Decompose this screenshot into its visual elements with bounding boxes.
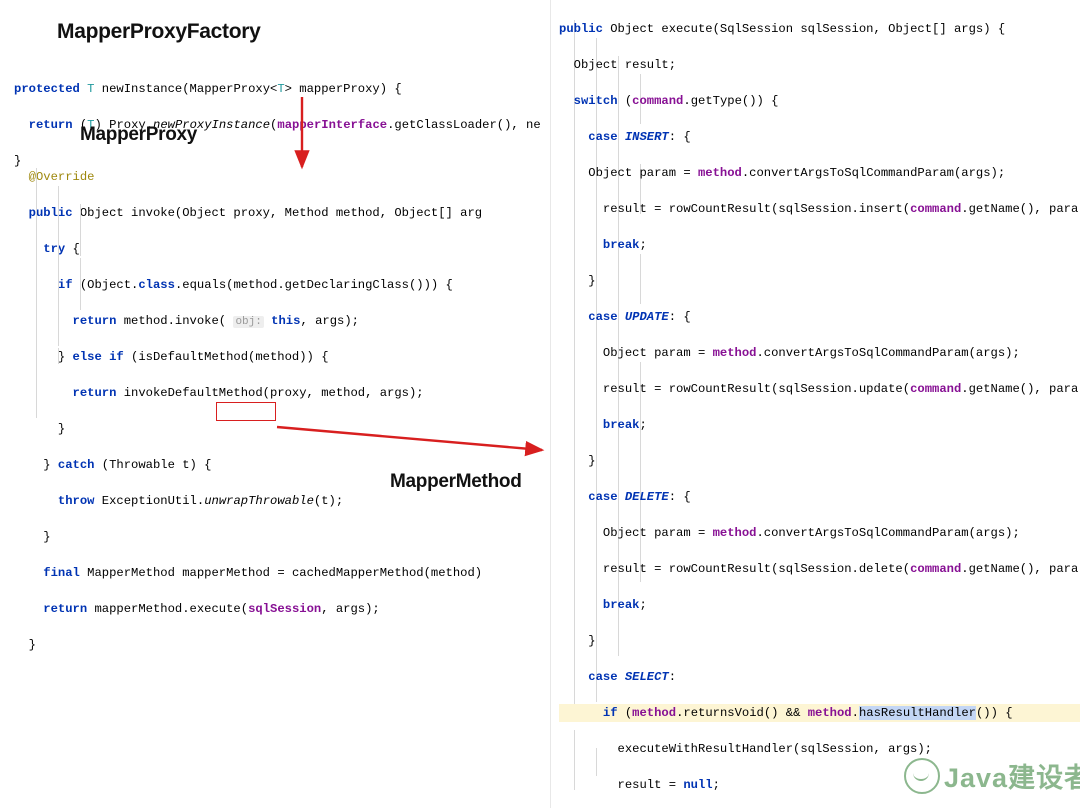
code-line[interactable]: result = rowCountResult(sqlSession.delet… xyxy=(559,560,1080,578)
right-code-panel: public Object execute(SqlSession sqlSess… xyxy=(550,0,1080,808)
indent-guide xyxy=(58,186,59,346)
heading-mapper-proxy: MapperProxy xyxy=(80,124,198,145)
code-block-mapper-method: public Object execute(SqlSession sqlSess… xyxy=(559,2,1080,808)
code-line[interactable]: } xyxy=(14,420,550,438)
code-line[interactable]: case DELETE: { xyxy=(559,488,1080,506)
code-line[interactable]: case INSERT: { xyxy=(559,128,1080,146)
code-line[interactable]: return method.invoke( obj: this, args); xyxy=(14,312,550,330)
code-line[interactable]: Object param = method.convertArgsToSqlCo… xyxy=(559,164,1080,182)
watermark-text: Java建设者 xyxy=(944,763,1080,793)
code-line[interactable]: return invokeDefaultMethod(proxy, method… xyxy=(14,384,550,402)
code-line[interactable]: Object param = method.convertArgsToSqlCo… xyxy=(559,344,1080,362)
code-line[interactable]: break; xyxy=(559,596,1080,614)
watermark: Java建设者 xyxy=(900,754,1080,796)
code-line[interactable]: } xyxy=(559,452,1080,470)
code-line[interactable]: Object param = method.convertArgsToSqlCo… xyxy=(559,524,1080,542)
indent-guide xyxy=(36,168,37,418)
code-line-highlighted[interactable]: if (method.returnsVoid() && method.hasRe… xyxy=(559,704,1080,722)
code-line[interactable]: if (Object.class.equals(method.getDeclar… xyxy=(14,276,550,294)
diagram-canvas: MapperProxyFactory protected T newInstan… xyxy=(0,0,1080,808)
code-line[interactable]: protected T newInstance(MapperProxy<T> m… xyxy=(14,80,550,98)
indent-guide xyxy=(58,348,59,364)
code-line[interactable]: Object result; xyxy=(559,56,1080,74)
code-line[interactable]: case SELECT: xyxy=(559,668,1080,686)
code-line[interactable]: } xyxy=(559,272,1080,290)
code-line[interactable]: } xyxy=(14,636,550,654)
chat-bubble-icon xyxy=(904,758,940,794)
code-line[interactable]: try { xyxy=(14,240,550,258)
code-line[interactable]: return mapperMethod.execute(sqlSession, … xyxy=(14,600,550,618)
code-line[interactable]: switch (command.getType()) { xyxy=(559,92,1080,110)
code-line[interactable]: break; xyxy=(559,416,1080,434)
execute-highlight-box xyxy=(216,402,276,421)
code-line[interactable]: result = rowCountResult(sqlSession.updat… xyxy=(559,380,1080,398)
code-line[interactable]: } xyxy=(14,528,550,546)
code-line[interactable]: result = rowCountResult(sqlSession.inser… xyxy=(559,200,1080,218)
code-block-mapper-proxy: @Override public Object invoke(Object pr… xyxy=(14,150,550,690)
code-line[interactable]: final MapperMethod mapperMethod = cached… xyxy=(14,564,550,582)
code-line[interactable]: @Override xyxy=(14,168,550,186)
code-line[interactable]: public Object execute(SqlSession sqlSess… xyxy=(559,20,1080,38)
code-line[interactable]: break; xyxy=(559,236,1080,254)
heading-mapper-method: MapperMethod xyxy=(390,471,522,492)
code-line[interactable]: throw ExceptionUtil.unwrapThrowable(t); xyxy=(14,492,550,510)
code-line[interactable]: case UPDATE: { xyxy=(559,308,1080,326)
indent-guide xyxy=(80,204,81,256)
code-line[interactable]: } xyxy=(559,632,1080,650)
code-line[interactable]: public Object invoke(Object proxy, Metho… xyxy=(14,204,550,222)
indent-guide xyxy=(80,258,81,310)
code-line[interactable]: } else if (isDefaultMethod(method)) { xyxy=(14,348,550,366)
heading-mapper-proxy-factory: MapperProxyFactory xyxy=(57,20,261,43)
left-code-panel: MapperProxyFactory protected T newInstan… xyxy=(0,0,550,808)
